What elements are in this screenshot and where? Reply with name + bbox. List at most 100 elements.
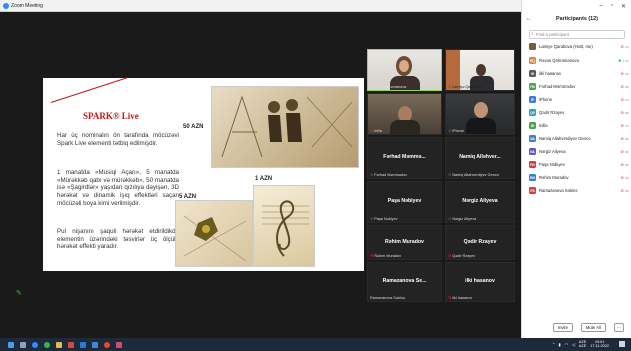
camera-off-icon[interactable]: ▭ (625, 175, 629, 180)
mic-muted-icon[interactable]: ⊘ (621, 162, 625, 167)
mic-muted-icon[interactable]: ⊘ (621, 188, 625, 193)
students-figure-icon (221, 95, 353, 158)
avatar: NA (529, 135, 536, 142)
panel-window-controls: – ▫ ✕ (522, 0, 631, 12)
start-icon[interactable] (8, 341, 14, 348)
mic-muted-icon: ✕ (448, 129, 452, 133)
volume-icon[interactable]: ◁ (572, 342, 575, 347)
participant-row[interactable]: FM Fərhad Məmmədov ⊘ ▭ (529, 82, 629, 91)
screen-share-icon: ■ (618, 58, 621, 63)
mic-muted-icon[interactable]: ⊘ (621, 175, 625, 180)
mic-muted-icon: ✕ (448, 296, 452, 300)
avatar: iP (529, 96, 536, 103)
participant-row[interactable]: Lamiyə Qarabova (Host, me) ⊘ ▭ (529, 42, 629, 51)
participant-row[interactable]: RS Ramazanova Səkinə ⊘ ▭ (529, 186, 629, 195)
close-icon[interactable]: ✕ (621, 3, 626, 10)
camera-icon[interactable]: ▭ (625, 44, 629, 49)
participant-name: Inilla (539, 123, 548, 128)
camera-off-icon[interactable]: ▭ (625, 149, 629, 154)
tile-big-name: Ramazanova Se... (382, 278, 427, 285)
mic-icon[interactable]: ♪ (622, 58, 624, 63)
video-tile-1[interactable]: Rəvan Qəhrəmanova (367, 49, 442, 91)
name-tile-7[interactable]: Paşa Nəbiyev ✕Paşa Nəbiyev (367, 181, 442, 223)
app-icon[interactable] (116, 341, 122, 348)
annotate-pen-icon[interactable]: ✎ (16, 289, 22, 297)
mic-muted-icon[interactable]: ⊘ (621, 84, 625, 89)
mic-muted-icon[interactable]: ⊘ (621, 110, 625, 115)
more-options-button[interactable]: ... (613, 323, 624, 332)
word-icon[interactable] (80, 341, 86, 348)
chrome-icon[interactable] (44, 341, 50, 348)
minimize-icon[interactable]: – (599, 3, 602, 9)
browser-icon[interactable] (104, 341, 110, 348)
camera-off-icon[interactable]: ▭ (625, 71, 629, 76)
camera-off-icon[interactable]: ▭ (625, 188, 629, 193)
participant-row[interactable]: NA Nərgiz Aliyeva ⊘ ▭ (529, 147, 629, 156)
language-indicator[interactable]: AZE AZE (579, 340, 586, 348)
telegram-icon[interactable] (92, 341, 98, 348)
slide-decor-line (50, 77, 128, 103)
name-tile-11[interactable]: Ramazanova Se... Ramazanova Səkinə (367, 262, 442, 302)
participant-row[interactable]: QR Qədir Rzayev ⊘ ▭ (529, 108, 629, 117)
participant-row[interactable]: IN Inilla ⊘ ▭ (529, 121, 629, 130)
name-tile-9[interactable]: Rəhim Muradov ✕Rəhim Muradov (367, 225, 442, 260)
slide-title: SPARK® Live (83, 111, 139, 121)
clock[interactable]: 19:01 17.11.2022 (590, 340, 609, 348)
video-tile-3[interactable]: ✕Inilla (367, 93, 442, 135)
tile-name: ✕Inilla (370, 129, 382, 133)
banknote-5-image (175, 200, 253, 267)
participant-row[interactable]: iP iPhone ⊘ ▭ (529, 95, 629, 104)
camera-off-icon[interactable]: ▭ (625, 110, 629, 115)
name-tile-6[interactable]: Namiq Alləhver... ✕Namiq Allahverdiyev G… (445, 137, 515, 179)
tile-name: ✕Rəhim Muradov (370, 254, 401, 258)
participant-row[interactable]: PN Paşa Nəbiyev ⊘ ▭ (529, 160, 629, 169)
participant-row[interactable]: iH ilkì hasanov ⊘ ▭ (529, 69, 629, 78)
task-view-icon[interactable] (20, 341, 26, 348)
mic-muted-icon[interactable]: ⊘ (621, 97, 625, 102)
mute-all-button[interactable]: Mute All (580, 323, 606, 332)
camera-off-icon[interactable]: ▭ (625, 136, 629, 141)
participant-name: Qədir Rzayev (539, 110, 565, 115)
avatar: QR (529, 109, 536, 116)
participant-name: Namiq Allahverdiyev Genco (539, 136, 591, 141)
camera-off-icon[interactable]: ▭ (625, 162, 629, 167)
zoom-taskbar-icon[interactable] (32, 341, 38, 348)
camera-icon[interactable]: ▭ (625, 58, 629, 63)
maximize-icon[interactable]: ▫ (611, 3, 613, 9)
tile-big-name: Qədir Rzayev (463, 239, 497, 246)
system-tray: ^ ▮ ◠ ◁ AZE AZE 19:01 17.11.2022 (553, 340, 609, 348)
camera-off-icon[interactable]: ▭ (625, 84, 629, 89)
window-title: Zoom Meeting (11, 2, 43, 9)
wifi-icon[interactable]: ◠ (565, 342, 568, 347)
battery-icon[interactable]: ▮ (559, 342, 561, 347)
avatar: RM (529, 174, 536, 181)
chevron-up-icon[interactable]: ^ (553, 342, 555, 346)
inkwell-icon (183, 215, 247, 262)
name-tile-12[interactable]: ilkì hasanov ✕ilkì hasanov (445, 262, 515, 302)
name-tile-5[interactable]: Fərhad Məmmə... ✕Fərhad Məmmədov (367, 137, 442, 179)
price-1-azn: 1 AZN (255, 176, 273, 182)
video-tile-4[interactable]: ✕iPhone (445, 93, 515, 135)
video-tile-2[interactable]: ✕Lamiyə Qarabova (445, 49, 515, 91)
participant-search-input[interactable]: Find a participant (529, 30, 625, 39)
name-tile-8[interactable]: Nərgiz Aliyeva ✕Nərgiz Aliyeva (445, 181, 515, 223)
mic-muted-icon: ✕ (448, 173, 452, 177)
shared-slide[interactable]: SPARK® Live Har üç nominalın ön tarafınd… (43, 77, 364, 271)
file-explorer-icon[interactable] (56, 341, 62, 348)
mic-muted-icon[interactable]: ⊘ (621, 136, 625, 141)
powerpoint-icon[interactable] (68, 341, 74, 348)
mic-muted-icon[interactable]: ⊘ (621, 71, 625, 76)
camera-icon[interactable]: ▭ (625, 97, 629, 102)
avatar: RS (529, 187, 536, 194)
mic-muted-icon[interactable]: ⊘ (621, 149, 625, 154)
mic-muted-icon[interactable]: ⊘ (621, 44, 625, 49)
invite-button[interactable]: Invite (552, 323, 573, 332)
mic-muted-icon[interactable]: ⊘ (621, 123, 625, 128)
participant-row[interactable]: RM Rəhim Muradov ⊘ ▭ (529, 173, 629, 182)
name-tile-10[interactable]: Qədir Rzayev ✕Qədir Rzayev (445, 225, 515, 260)
participant-row[interactable]: RQ Rəvan Qəhrəmanova ■ ♪ ▭ (529, 56, 629, 65)
notifications-icon[interactable] (619, 341, 625, 347)
camera-icon[interactable]: ▭ (625, 123, 629, 128)
participant-row[interactable]: NA Namiq Allahverdiyev Genco ⊘ ▭ (529, 134, 629, 143)
tile-name: ✕Qədir Rzayev (448, 254, 476, 258)
